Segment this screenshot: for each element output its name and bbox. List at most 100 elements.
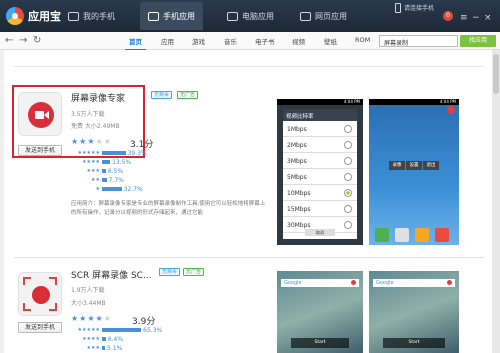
rating-row-stars: ★★★	[86, 168, 100, 174]
rating-bar	[102, 346, 106, 350]
rating-row: ★★★★ 13.5%	[66, 159, 131, 166]
record-dot-icon	[447, 280, 452, 285]
globe-icon	[300, 11, 311, 21]
menu-icon[interactable]: ≡	[460, 13, 468, 23]
rating-bar	[102, 178, 107, 182]
tag-ad-free: 无广告	[183, 268, 205, 276]
bitrate-option: 2Mbps	[283, 137, 357, 153]
rating-bar	[102, 160, 111, 164]
rating-breakdown: ★★★★★ 65.3% ★★★★ 6.4% ★★★ 5.1%	[66, 327, 186, 353]
rating-bar	[102, 337, 106, 341]
screenshot-bitrate[interactable]: 4:04 PM 视频比特率 1Mbps 2Mbps 3Mbps 5Mbps 10…	[277, 99, 363, 245]
rating-row-stars: ★★★★★	[77, 150, 100, 156]
tab-web-apps[interactable]: 网页应用	[300, 2, 347, 30]
bitrate-option: 15Mbps	[283, 201, 357, 217]
phone-icon	[68, 11, 79, 21]
tab-label: 电脑应用	[242, 11, 274, 21]
status-bar: 4:04 PM	[277, 99, 363, 105]
screenshot-scr-controls[interactable]: Google Start	[369, 271, 459, 353]
rating-percent: 6.4%	[107, 335, 124, 343]
screenshot-record-menu[interactable]: 4:04 PM 录像 设置 退出	[369, 99, 459, 245]
contacts-app-icon	[395, 228, 409, 242]
app-meta: 大小3.44MB	[71, 300, 106, 307]
rating-score: 3.9分	[132, 317, 156, 327]
connect-phone-icon	[395, 3, 401, 13]
search-bar-label: Google	[376, 280, 394, 286]
tab-phone-apps[interactable]: 手机应用	[140, 2, 203, 30]
logo-icon	[6, 7, 24, 25]
category-music[interactable]: 音乐	[224, 36, 237, 46]
category-video[interactable]: 视频	[292, 36, 305, 46]
record-dot-icon	[351, 280, 356, 285]
rating-row-stars: ★★★★	[82, 159, 100, 165]
bitrate-option: 10Mbps	[283, 185, 357, 201]
rating-row-stars: ★★★★	[82, 336, 100, 342]
send-to-phone-button[interactable]: 发送到手机	[18, 145, 62, 156]
screenshot-scr-home[interactable]: Google Start	[277, 271, 363, 353]
back-icon[interactable]: ←	[5, 35, 13, 46]
rating-row: ★★★ 5.1%	[66, 344, 123, 352]
app-name[interactable]: SCR 屏幕录像 SC...	[71, 268, 152, 281]
rating-row: ★★★ 6.5%	[66, 168, 124, 175]
rating-row-stars: ★	[95, 186, 100, 192]
close-icon[interactable]: ×	[484, 13, 492, 23]
app-icon-scr-recorder[interactable]	[18, 272, 62, 316]
bitrate-option: 1Mbps	[283, 121, 357, 137]
send-to-phone-button[interactable]: 发送到手机	[18, 322, 62, 333]
record-button: 录像	[389, 161, 405, 170]
app-downloads: 1.9万人下载	[71, 287, 105, 294]
notification-badge[interactable]: 0	[443, 11, 453, 21]
connection-status[interactable]: 请连接手机	[404, 3, 434, 12]
divider	[14, 66, 484, 67]
category-apps[interactable]: 应用	[161, 36, 174, 46]
forward-icon[interactable]: →	[19, 35, 27, 46]
scrollbar-thumb[interactable]	[493, 54, 499, 94]
rating-row-stars: ★★★★★	[77, 327, 100, 333]
record-icon	[447, 106, 455, 114]
tag-virus-free: 无病毒	[159, 268, 181, 276]
rating-stars: ★★★★★	[71, 137, 112, 146]
app-name[interactable]: 屏幕录像专家	[71, 91, 125, 104]
monitor-icon	[227, 11, 238, 21]
scrollbar[interactable]	[492, 50, 500, 353]
tag-ad-free: 无广告	[177, 91, 199, 99]
google-search-bar: Google	[373, 279, 455, 287]
rating-bar	[102, 187, 122, 191]
minimize-icon[interactable]: −	[472, 13, 480, 23]
rating-stars: ★★★★★	[71, 314, 112, 323]
search-input[interactable]: 屏幕录制	[379, 35, 458, 47]
rating-score: 3.1分	[130, 140, 154, 150]
rating-percent: 7.7%	[108, 176, 124, 184]
app-name: 应用宝	[28, 10, 61, 23]
rating-row: ★★ 7.7%	[66, 176, 124, 184]
rating-row: ★★★★★ 39.3%	[66, 149, 147, 157]
bitrate-option: 5Mbps	[283, 169, 357, 185]
rating-row: ★ 32.7%	[66, 186, 143, 193]
dialog-title: 视频比特率	[283, 109, 357, 121]
browser-app-icon	[435, 228, 449, 242]
app-downloads: 3.5万人下载	[71, 111, 105, 118]
refresh-icon[interactable]: ↻	[33, 35, 41, 46]
tab-my-phone[interactable]: 我的手机	[68, 2, 115, 30]
search-button[interactable]: 找应用	[460, 35, 496, 47]
rating-row-stars: ★★★	[86, 345, 100, 351]
app-logo[interactable]: 应用宝	[6, 7, 61, 25]
tab-pc-apps[interactable]: 电脑应用	[227, 2, 274, 30]
category-ebooks[interactable]: 电子书	[255, 36, 275, 46]
apps-icon	[148, 11, 159, 21]
tab-label: 手机应用	[163, 11, 195, 21]
rating-percent: 5.1%	[107, 344, 123, 352]
app-description: 应用简介：屏幕录像专家是专业的屏幕录像制作工具,使用它可以轻松地将屏幕上的所有操…	[71, 201, 266, 216]
category-wallpaper[interactable]: 壁纸	[324, 36, 337, 46]
category-home[interactable]: 首页	[125, 36, 146, 51]
record-dot-icon	[32, 286, 50, 304]
rating-row: ★★★★★ 65.3%	[66, 326, 163, 334]
rating-percent: 39.3%	[127, 149, 147, 157]
category-rom[interactable]: ROM	[355, 36, 370, 44]
category-games[interactable]: 游戏	[192, 36, 205, 46]
rating-row: ★★★★ 6.4%	[66, 335, 124, 343]
rating-percent: 65.3%	[143, 326, 163, 334]
toolbar: ← → ↻ 首页 应用 游戏 音乐 电子书 视频 壁纸 ROM 屏幕录制 找应用	[0, 32, 500, 51]
rating-bar	[102, 328, 142, 332]
title-bar: 应用宝 我的手机 手机应用 电脑应用 网页应用 请连接手机 0 ≡ − ×	[0, 0, 500, 32]
